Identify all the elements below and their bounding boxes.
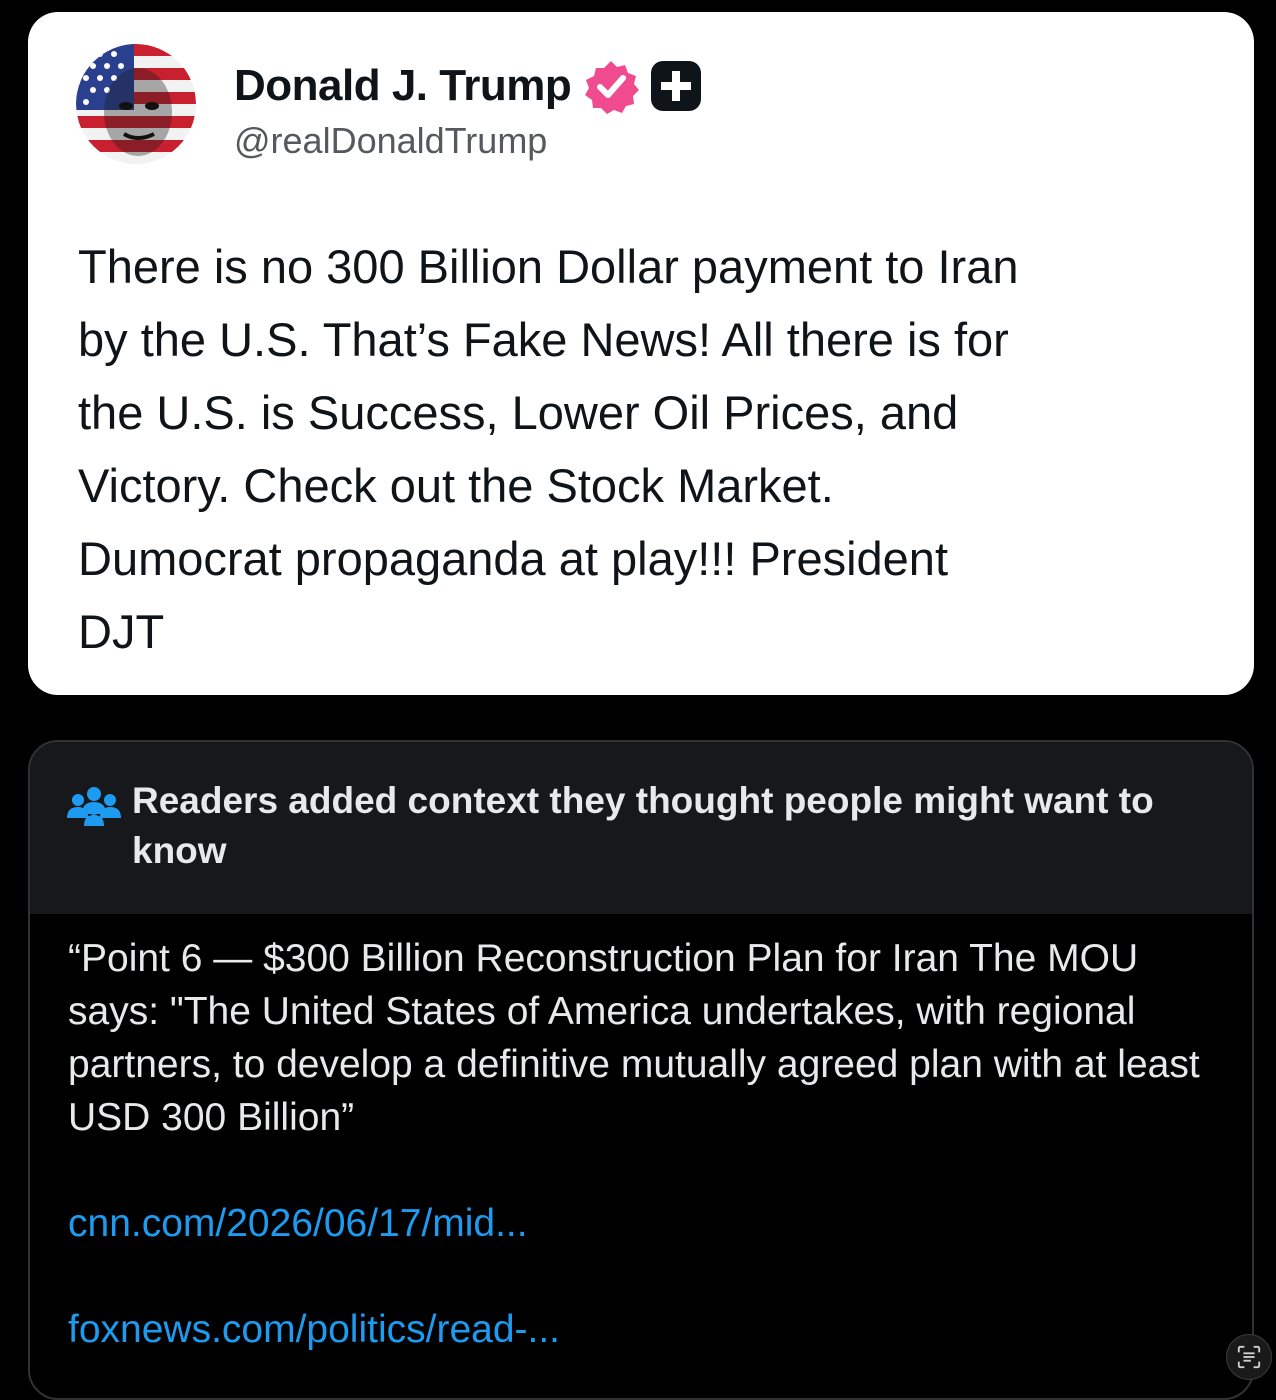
community-note-header: Readers added context they thought peopl… — [30, 742, 1252, 914]
community-note-card: Readers added context they thought peopl… — [28, 740, 1254, 1400]
source-link-cnn[interactable]: cnn.com/2026/06/17/mid... — [68, 1202, 528, 1246]
readers-group-icon — [67, 787, 121, 826]
text-scan-icon — [1237, 1345, 1261, 1369]
post-card: Donald J. Trump @realDonaldTrump There i… — [28, 12, 1254, 695]
verified-badge-icon — [585, 61, 640, 114]
avatar[interactable] — [76, 44, 196, 164]
text-scan-button[interactable] — [1226, 1334, 1272, 1380]
display-name-row: Donald J. Trump — [234, 58, 703, 114]
plus-badge-icon — [651, 61, 702, 111]
source-link-foxnews[interactable]: foxnews.com/politics/read-... — [68, 1308, 560, 1352]
flag-face-avatar-icon — [76, 44, 196, 164]
community-note-text: “Point 6 — $300 Billion Reconstruction P… — [68, 937, 1200, 1139]
display-name[interactable]: Donald J. Trump — [234, 61, 572, 111]
post-text: There is no 300 Billion Dollar payment t… — [78, 240, 1019, 658]
author-handle[interactable]: @realDonaldTrump — [234, 120, 547, 162]
community-note-title: Readers added context they thought peopl… — [132, 780, 1154, 871]
